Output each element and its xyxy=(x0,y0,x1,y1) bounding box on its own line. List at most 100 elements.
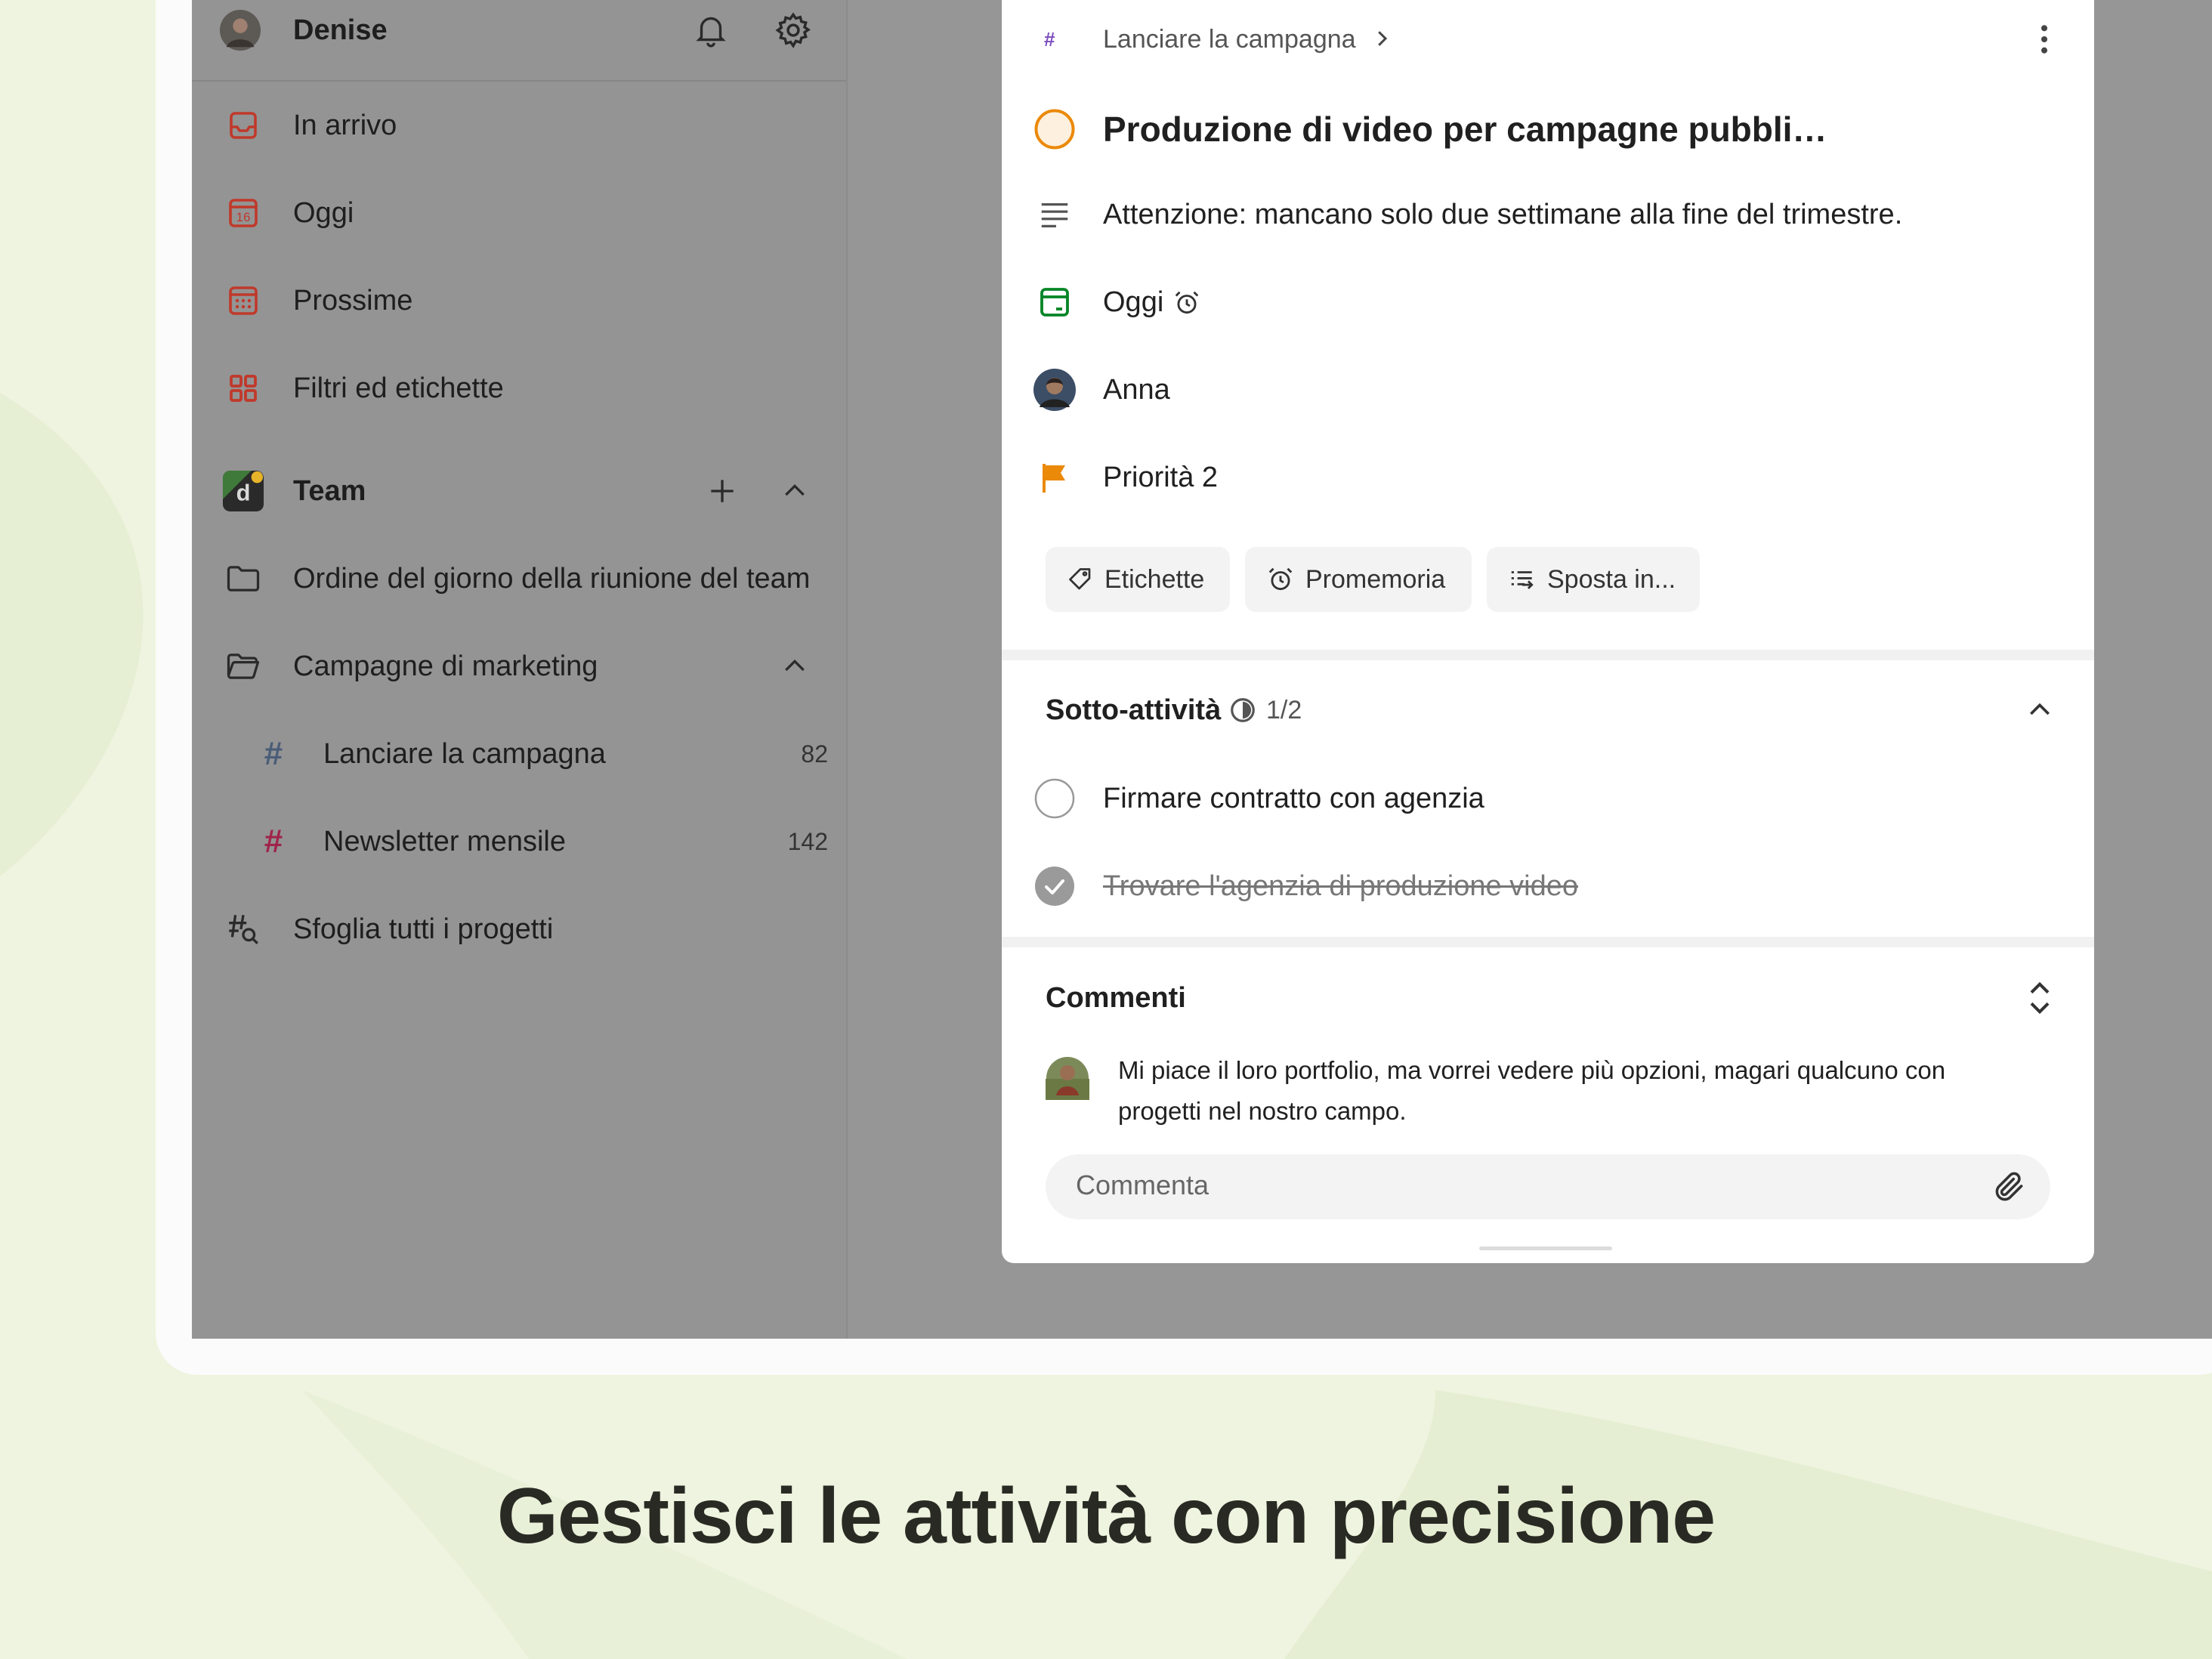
sidebar-item-label: Prossime xyxy=(293,284,413,317)
comment-text: Mi piace il loro portfolio, ma vorrei ve… xyxy=(1118,1050,1945,1132)
avatar xyxy=(1032,367,1077,412)
sidebar-item-upcoming[interactable]: Prossime xyxy=(192,270,846,331)
labels-button-label: Etichette xyxy=(1104,564,1205,594)
progress-icon xyxy=(1228,696,1257,728)
team-badge-icon: d xyxy=(222,470,264,512)
filters-grid-icon xyxy=(222,367,264,409)
move-to-button[interactable]: Sposta in... xyxy=(1487,547,1700,612)
subtasks-progress: 1/2 xyxy=(1266,695,1302,724)
comment-line: Mi piace il loro portfolio, ma vorrei ve… xyxy=(1118,1056,1946,1084)
chevron-up-icon[interactable] xyxy=(780,476,810,510)
tag-icon xyxy=(1069,568,1091,590)
drag-handle[interactable] xyxy=(1479,1247,1612,1250)
task-priority: Priorità 2 xyxy=(1103,461,1219,493)
reminders-button[interactable]: Promemoria xyxy=(1245,547,1472,612)
app-screen: Denise In arrivo 16 Oggi Prossime Filtri… xyxy=(192,0,2212,1339)
sidebar-project-marketing[interactable]: Campagne di marketing xyxy=(192,636,846,697)
move-to-button-label: Sposta in... xyxy=(1547,564,1676,594)
labels-button[interactable]: Etichette xyxy=(1046,547,1230,612)
inbox-icon xyxy=(222,104,264,147)
chevron-up-icon[interactable] xyxy=(780,651,810,685)
more-options-icon[interactable] xyxy=(2029,23,2059,60)
task-due-date: Oggi xyxy=(1103,286,1164,318)
chevron-right-icon xyxy=(1370,27,1393,54)
subtask-label: Firmare contratto con agenzia xyxy=(1103,782,1484,814)
sidebar-item-inbox[interactable]: In arrivo xyxy=(192,95,846,156)
flag-icon xyxy=(1032,455,1077,500)
plus-icon[interactable] xyxy=(706,474,739,511)
user-name: Denise xyxy=(293,14,388,46)
subtask-item[interactable]: Firmare contratto con agenzia xyxy=(1002,775,2094,822)
comment-input[interactable]: Commenta xyxy=(1046,1154,2050,1219)
sidebar-project-agenda[interactable]: Ordine del giorno della riunione del tea… xyxy=(192,548,846,609)
comment-placeholder: Commenta xyxy=(1076,1169,1209,1200)
hash-icon: # xyxy=(264,823,283,860)
user-header[interactable]: Denise xyxy=(192,0,846,60)
task-assignee-row[interactable]: Anna xyxy=(1002,367,2094,412)
calendar-day: 16 xyxy=(236,210,251,224)
subtasks-title: Sotto-attività xyxy=(1046,694,1222,726)
task-due-row[interactable]: Oggi xyxy=(1002,280,2094,325)
sidebar-project-label: Lanciare la campagna xyxy=(323,737,606,770)
expand-icon[interactable] xyxy=(2023,978,2056,1022)
hash-icon: # xyxy=(1044,27,1055,51)
avatar xyxy=(1046,1056,1089,1104)
sidebar-project-newsletter[interactable]: # Newsletter mensile 142 xyxy=(192,811,846,872)
comments-title: Commenti xyxy=(1046,981,1186,1014)
gear-icon[interactable] xyxy=(774,11,813,54)
task-priority-row[interactable]: Priorità 2 xyxy=(1002,455,2094,500)
task-description: Attenzione: mancano solo due settimane a… xyxy=(1103,198,1903,230)
team-label: Team xyxy=(293,474,366,507)
task-checkbox[interactable] xyxy=(1032,107,1077,152)
move-list-icon xyxy=(1511,571,1534,589)
breadcrumb-project[interactable]: Lanciare la campagna xyxy=(1103,25,1356,54)
folder-icon xyxy=(222,558,264,600)
sidebar-browse-projects[interactable]: Sfoglia tutti i progetti xyxy=(192,899,846,959)
calendar-today-icon: 16 xyxy=(222,192,264,234)
reminders-button-label: Promemoria xyxy=(1305,564,1446,594)
task-count: 82 xyxy=(801,740,828,768)
divider xyxy=(192,80,846,82)
sidebar-item-label: Sfoglia tutti i progetti xyxy=(293,913,554,945)
sidebar-item-label: Filtri ed etichette xyxy=(293,372,504,404)
alarm-icon xyxy=(1172,289,1201,321)
sidebar-team-header[interactable]: d Team xyxy=(192,461,846,521)
sidebar-project-label: Campagne di marketing xyxy=(293,650,598,682)
check-icon[interactable] xyxy=(1032,863,1077,909)
breadcrumb[interactable]: # Lanciare la campagna xyxy=(1002,17,2094,62)
section-divider xyxy=(1002,650,2094,660)
calendar-upcoming-icon xyxy=(222,280,264,322)
subtasks-header[interactable]: Sotto-attività 1/2 xyxy=(1002,687,2094,733)
bell-icon[interactable] xyxy=(692,11,730,52)
alarm-icon xyxy=(1268,567,1293,591)
section-divider xyxy=(1002,937,2094,947)
marketing-headline: Gestisci le attività con precisione xyxy=(496,1472,1716,1560)
sidebar: Denise In arrivo 16 Oggi Prossime Filtri… xyxy=(192,0,848,1339)
sidebar-item-label: Oggi xyxy=(293,196,354,229)
sidebar-item-today[interactable]: 16 Oggi xyxy=(192,183,846,243)
sidebar-project-launch[interactable]: # Lanciare la campagna 82 xyxy=(192,724,846,784)
subtask-label: Trovare l'agenzia di produzione video xyxy=(1103,870,1579,902)
task-title-row: Produzione di video per campagne pubbli… xyxy=(1002,103,2094,156)
sidebar-project-label: Ordine del giorno della riunione del tea… xyxy=(293,562,811,595)
task-assignee: Anna xyxy=(1103,373,1170,406)
comment-line: progetti nel nostro campo. xyxy=(1118,1097,1407,1125)
avatar[interactable] xyxy=(219,9,261,51)
browse-projects-icon xyxy=(222,908,264,950)
task-count: 142 xyxy=(787,827,828,855)
calendar-due-icon xyxy=(1032,280,1077,325)
sidebar-project-label: Newsletter mensile xyxy=(323,825,566,857)
comments-header[interactable]: Commenti xyxy=(1002,975,2094,1021)
task-title[interactable]: Produzione di video per campagne pubbli… xyxy=(1103,109,1827,150)
subtask-item[interactable]: Trovare l'agenzia di produzione video xyxy=(1002,863,2094,910)
chevron-up-icon[interactable] xyxy=(2025,695,2055,729)
paperclip-icon[interactable] xyxy=(1990,1168,2028,1209)
subtask-checkbox[interactable] xyxy=(1032,776,1077,821)
folder-open-icon xyxy=(222,645,264,687)
sidebar-item-label: In arrivo xyxy=(293,109,397,141)
task-description-row[interactable]: Attenzione: mancano solo due settimane a… xyxy=(1002,192,2094,237)
team-badge-letter: d xyxy=(236,480,251,506)
hash-icon: # xyxy=(264,735,283,772)
sidebar-item-filters[interactable]: Filtri ed etichette xyxy=(192,358,846,419)
task-detail-modal: # Lanciare la campagna Produzione di vid… xyxy=(1002,0,2094,1263)
